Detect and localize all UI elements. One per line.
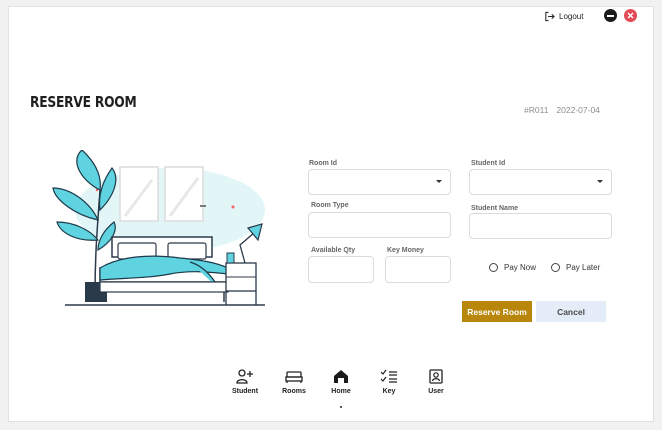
- chevron-down-icon: [597, 180, 603, 183]
- logout-icon: [545, 11, 555, 22]
- home-icon: [334, 370, 348, 383]
- bed-icon: [285, 371, 303, 383]
- available-qty-field[interactable]: [308, 256, 374, 283]
- pay-now-label: Pay Now: [504, 263, 537, 272]
- page-title: RESERVE ROOM: [30, 93, 137, 111]
- radio-circle-icon: [551, 263, 560, 272]
- reservation-date: 2022-07-04: [556, 105, 600, 115]
- key-money-label: Key Money: [387, 247, 424, 254]
- pay-now-radio[interactable]: Pay Now: [489, 263, 536, 272]
- student-name-field[interactable]: [469, 213, 612, 239]
- close-icon: [627, 12, 634, 19]
- nav-rooms[interactable]: Rooms: [274, 369, 314, 395]
- key-money-field[interactable]: [385, 256, 451, 283]
- user-portrait-icon: [429, 369, 443, 384]
- reserve-room-button[interactable]: Reserve Room: [462, 301, 532, 322]
- chevron-down-icon: [436, 180, 442, 183]
- nav-student[interactable]: Student: [225, 369, 265, 395]
- minimize-button[interactable]: [604, 9, 617, 22]
- student-name-label: Student Name: [471, 205, 519, 212]
- checklist-icon: [380, 369, 397, 383]
- nav-student-label: Student: [231, 388, 259, 395]
- room-id-select[interactable]: [308, 169, 451, 195]
- pay-later-radio[interactable]: Pay Later: [551, 263, 600, 272]
- nav-key[interactable]: Key: [369, 369, 409, 395]
- nav-user[interactable]: User: [416, 369, 456, 395]
- pay-later-label: Pay Later: [566, 263, 601, 272]
- cancel-button[interactable]: Cancel: [536, 301, 606, 322]
- available-qty-label: Available Qty: [311, 247, 356, 254]
- nav-rooms-label: Rooms: [282, 388, 306, 395]
- student-id-select[interactable]: [469, 169, 612, 195]
- reservation-meta: #R011 2022-07-04: [524, 105, 600, 115]
- nav-home-label: Home: [331, 388, 351, 395]
- close-button[interactable]: [624, 9, 637, 22]
- radio-circle-icon: [489, 263, 498, 272]
- room-type-field[interactable]: [308, 212, 451, 238]
- bedroom-illustration: [52, 150, 265, 306]
- student-id-label: Student Id: [471, 160, 506, 167]
- nav-home[interactable]: Home: [321, 369, 361, 395]
- active-indicator: [340, 406, 342, 408]
- reservation-id: #R011: [524, 105, 549, 115]
- logout-button[interactable]: Logout: [544, 11, 583, 22]
- room-id-label: Room Id: [309, 160, 337, 167]
- logout-label: Logout: [559, 12, 584, 21]
- nav-user-label: User: [428, 388, 444, 395]
- nav-key-label: Key: [382, 388, 396, 395]
- room-type-label: Room Type: [311, 202, 349, 209]
- add-user-icon: [236, 369, 253, 384]
